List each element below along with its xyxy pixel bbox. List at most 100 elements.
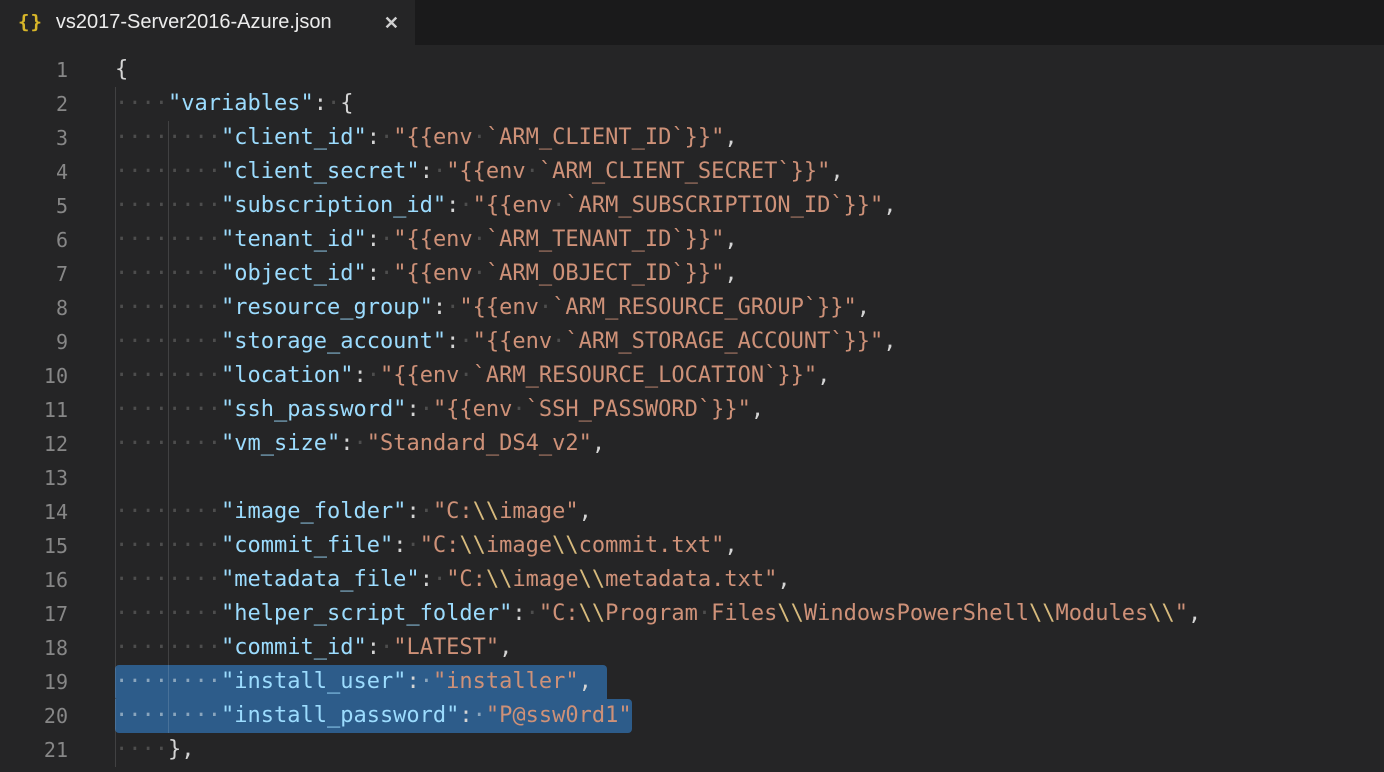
whitespace-dot: · — [208, 193, 221, 218]
code-line[interactable]: 21····}, — [0, 733, 1384, 767]
whitespace-dot: · — [195, 363, 208, 388]
whitespace-dot: · — [155, 295, 168, 320]
line-number[interactable]: 18 — [0, 631, 68, 665]
code-line[interactable]: 3 ········"client_id":·"{{env·`ARM_CLIENT… — [0, 121, 1384, 155]
whitespace-dot: · — [155, 533, 168, 558]
line-number[interactable]: 15 — [0, 529, 68, 563]
whitespace-dot: · — [155, 329, 168, 354]
whitespace-dot: · — [168, 703, 181, 728]
whitespace-dot: · — [168, 193, 181, 218]
whitespace-dot: · — [115, 499, 128, 524]
whitespace-dot: · — [208, 159, 221, 184]
code-line[interactable]: 2····"variables":·{ — [0, 87, 1384, 121]
whitespace-dot: · — [115, 261, 128, 286]
whitespace-dot: · — [128, 397, 141, 422]
whitespace-dot: · — [115, 363, 128, 388]
whitespace-dot: · — [115, 601, 128, 626]
whitespace-dot: · — [208, 431, 221, 456]
whitespace-dot: · — [155, 261, 168, 286]
line-number[interactable]: 8 — [0, 291, 68, 325]
whitespace-dot: · — [181, 329, 194, 354]
whitespace-dot: · — [168, 601, 181, 626]
whitespace-dot: · — [406, 533, 419, 558]
json-braces-icon: {} — [18, 13, 43, 32]
code-line[interactable]: 14········"image_folder":·"C:\\image", — [0, 495, 1384, 529]
whitespace-dot: · — [128, 125, 141, 150]
code-editor[interactable]: 1{2····"variables":·{3········"client_id… — [0, 45, 1384, 772]
line-number[interactable]: 3 — [0, 121, 68, 155]
code-line[interactable]: 6········"tenant_id":·"{{env·`ARM_TENANT… — [0, 223, 1384, 257]
whitespace-dot: · — [168, 261, 181, 286]
code-line[interactable]: 9········"storage_account":·"{{env·`ARM_… — [0, 325, 1384, 359]
code-line[interactable]: 17········"helper_script_folder":·"C:\\P… — [0, 597, 1384, 631]
whitespace-dot: · — [208, 499, 221, 524]
line-number[interactable]: 19 — [0, 665, 68, 699]
line-number[interactable]: 10 — [0, 359, 68, 393]
code-text: ········"commit_id":·"LATEST", — [115, 631, 512, 665]
whitespace-dot: · — [181, 533, 194, 558]
code-line[interactable]: 4········"client_secret":·"{{env·`ARM_CL… — [0, 155, 1384, 189]
whitespace-dot: · — [115, 397, 128, 422]
whitespace-dot: · — [420, 397, 433, 422]
whitespace-dot: · — [142, 295, 155, 320]
code-line[interactable]: 10········"location":·"{{env·`ARM_RESOUR… — [0, 359, 1384, 393]
code-line[interactable]: 11········"ssh_password":·"{{env·`SSH_PA… — [0, 393, 1384, 427]
line-number[interactable]: 12 — [0, 427, 68, 461]
line-number[interactable]: 14 — [0, 495, 68, 529]
whitespace-dot: · — [168, 635, 181, 660]
code-line[interactable]: 19········"install_user":·"installer", — [0, 665, 1384, 699]
whitespace-dot: · — [155, 91, 168, 116]
line-number[interactable]: 16 — [0, 563, 68, 597]
whitespace-dot: · — [208, 261, 221, 286]
code-line[interactable]: 15········"commit_file":·"C:\\image\\com… — [0, 529, 1384, 563]
code-text: ········"helper_script_folder":·"C:\\Pro… — [115, 597, 1201, 631]
whitespace-dot: · — [142, 567, 155, 592]
code-line[interactable]: 13 — [0, 461, 1384, 495]
code-line[interactable]: 8········"resource_group":·"{{env·`ARM_R… — [0, 291, 1384, 325]
line-number[interactable]: 21 — [0, 733, 68, 767]
whitespace-dot: · — [539, 295, 552, 320]
whitespace-dot: · — [181, 193, 194, 218]
line-number[interactable]: 9 — [0, 325, 68, 359]
code-line[interactable]: 7 ········"object_id":·"{{env·`ARM_OBJECT… — [0, 257, 1384, 291]
line-number[interactable]: 13 — [0, 461, 68, 495]
code-line[interactable]: 12········"vm_size":·"Standard_DS4_v2", — [0, 427, 1384, 461]
code-line[interactable]: 1{ — [0, 53, 1384, 87]
line-number[interactable]: 7 — [0, 257, 68, 291]
close-icon[interactable]: ✕ — [384, 14, 399, 32]
whitespace-dot: · — [142, 533, 155, 558]
whitespace-dot: · — [195, 669, 208, 694]
whitespace-dot: · — [142, 499, 155, 524]
whitespace-dot: · — [698, 601, 711, 626]
code-line[interactable]: 20········"install_password":·"P@ssw0rd1… — [0, 699, 1384, 733]
code-text: ········"client_id":·"{{env·`ARM_CLIENT_… — [115, 121, 738, 155]
line-number[interactable]: 11 — [0, 393, 68, 427]
whitespace-dot: · — [208, 567, 221, 592]
whitespace-dot: · — [128, 193, 141, 218]
whitespace-dot: · — [155, 431, 168, 456]
whitespace-dot: · — [115, 431, 128, 456]
tab-vs2017-server2016-azure-json[interactable]: {} vs2017-Server2016-Azure.json ✕ — [0, 0, 415, 45]
whitespace-dot: · — [420, 669, 433, 694]
code-line[interactable]: 16········"metadata_file":·"C:\\image\\m… — [0, 563, 1384, 597]
whitespace-dot: · — [380, 261, 393, 286]
whitespace-dot: · — [168, 227, 181, 252]
line-number[interactable]: 5 — [0, 189, 68, 223]
line-number[interactable]: 1 — [0, 53, 68, 87]
whitespace-dot: · — [181, 397, 194, 422]
tab-bar: {} vs2017-Server2016-Azure.json ✕ — [0, 0, 1384, 45]
code-line[interactable]: 18 ········"commit_id":·"LATEST", — [0, 631, 1384, 665]
whitespace-dot: · — [142, 193, 155, 218]
whitespace-dot: · — [195, 159, 208, 184]
code-text: ········"object_id":·"{{env·`ARM_OBJECT_… — [115, 257, 738, 291]
whitespace-dot: · — [115, 91, 128, 116]
line-number[interactable]: 17 — [0, 597, 68, 631]
whitespace-dot: · — [168, 431, 181, 456]
line-number[interactable]: 2 — [0, 87, 68, 121]
line-number[interactable]: 20 — [0, 699, 68, 733]
line-number[interactable]: 4 — [0, 155, 68, 189]
whitespace-dot: · — [433, 159, 446, 184]
code-line[interactable]: 5········"subscription_id":·"{{env·`ARM_… — [0, 189, 1384, 223]
line-number[interactable]: 6 — [0, 223, 68, 257]
whitespace-dot: · — [208, 669, 221, 694]
